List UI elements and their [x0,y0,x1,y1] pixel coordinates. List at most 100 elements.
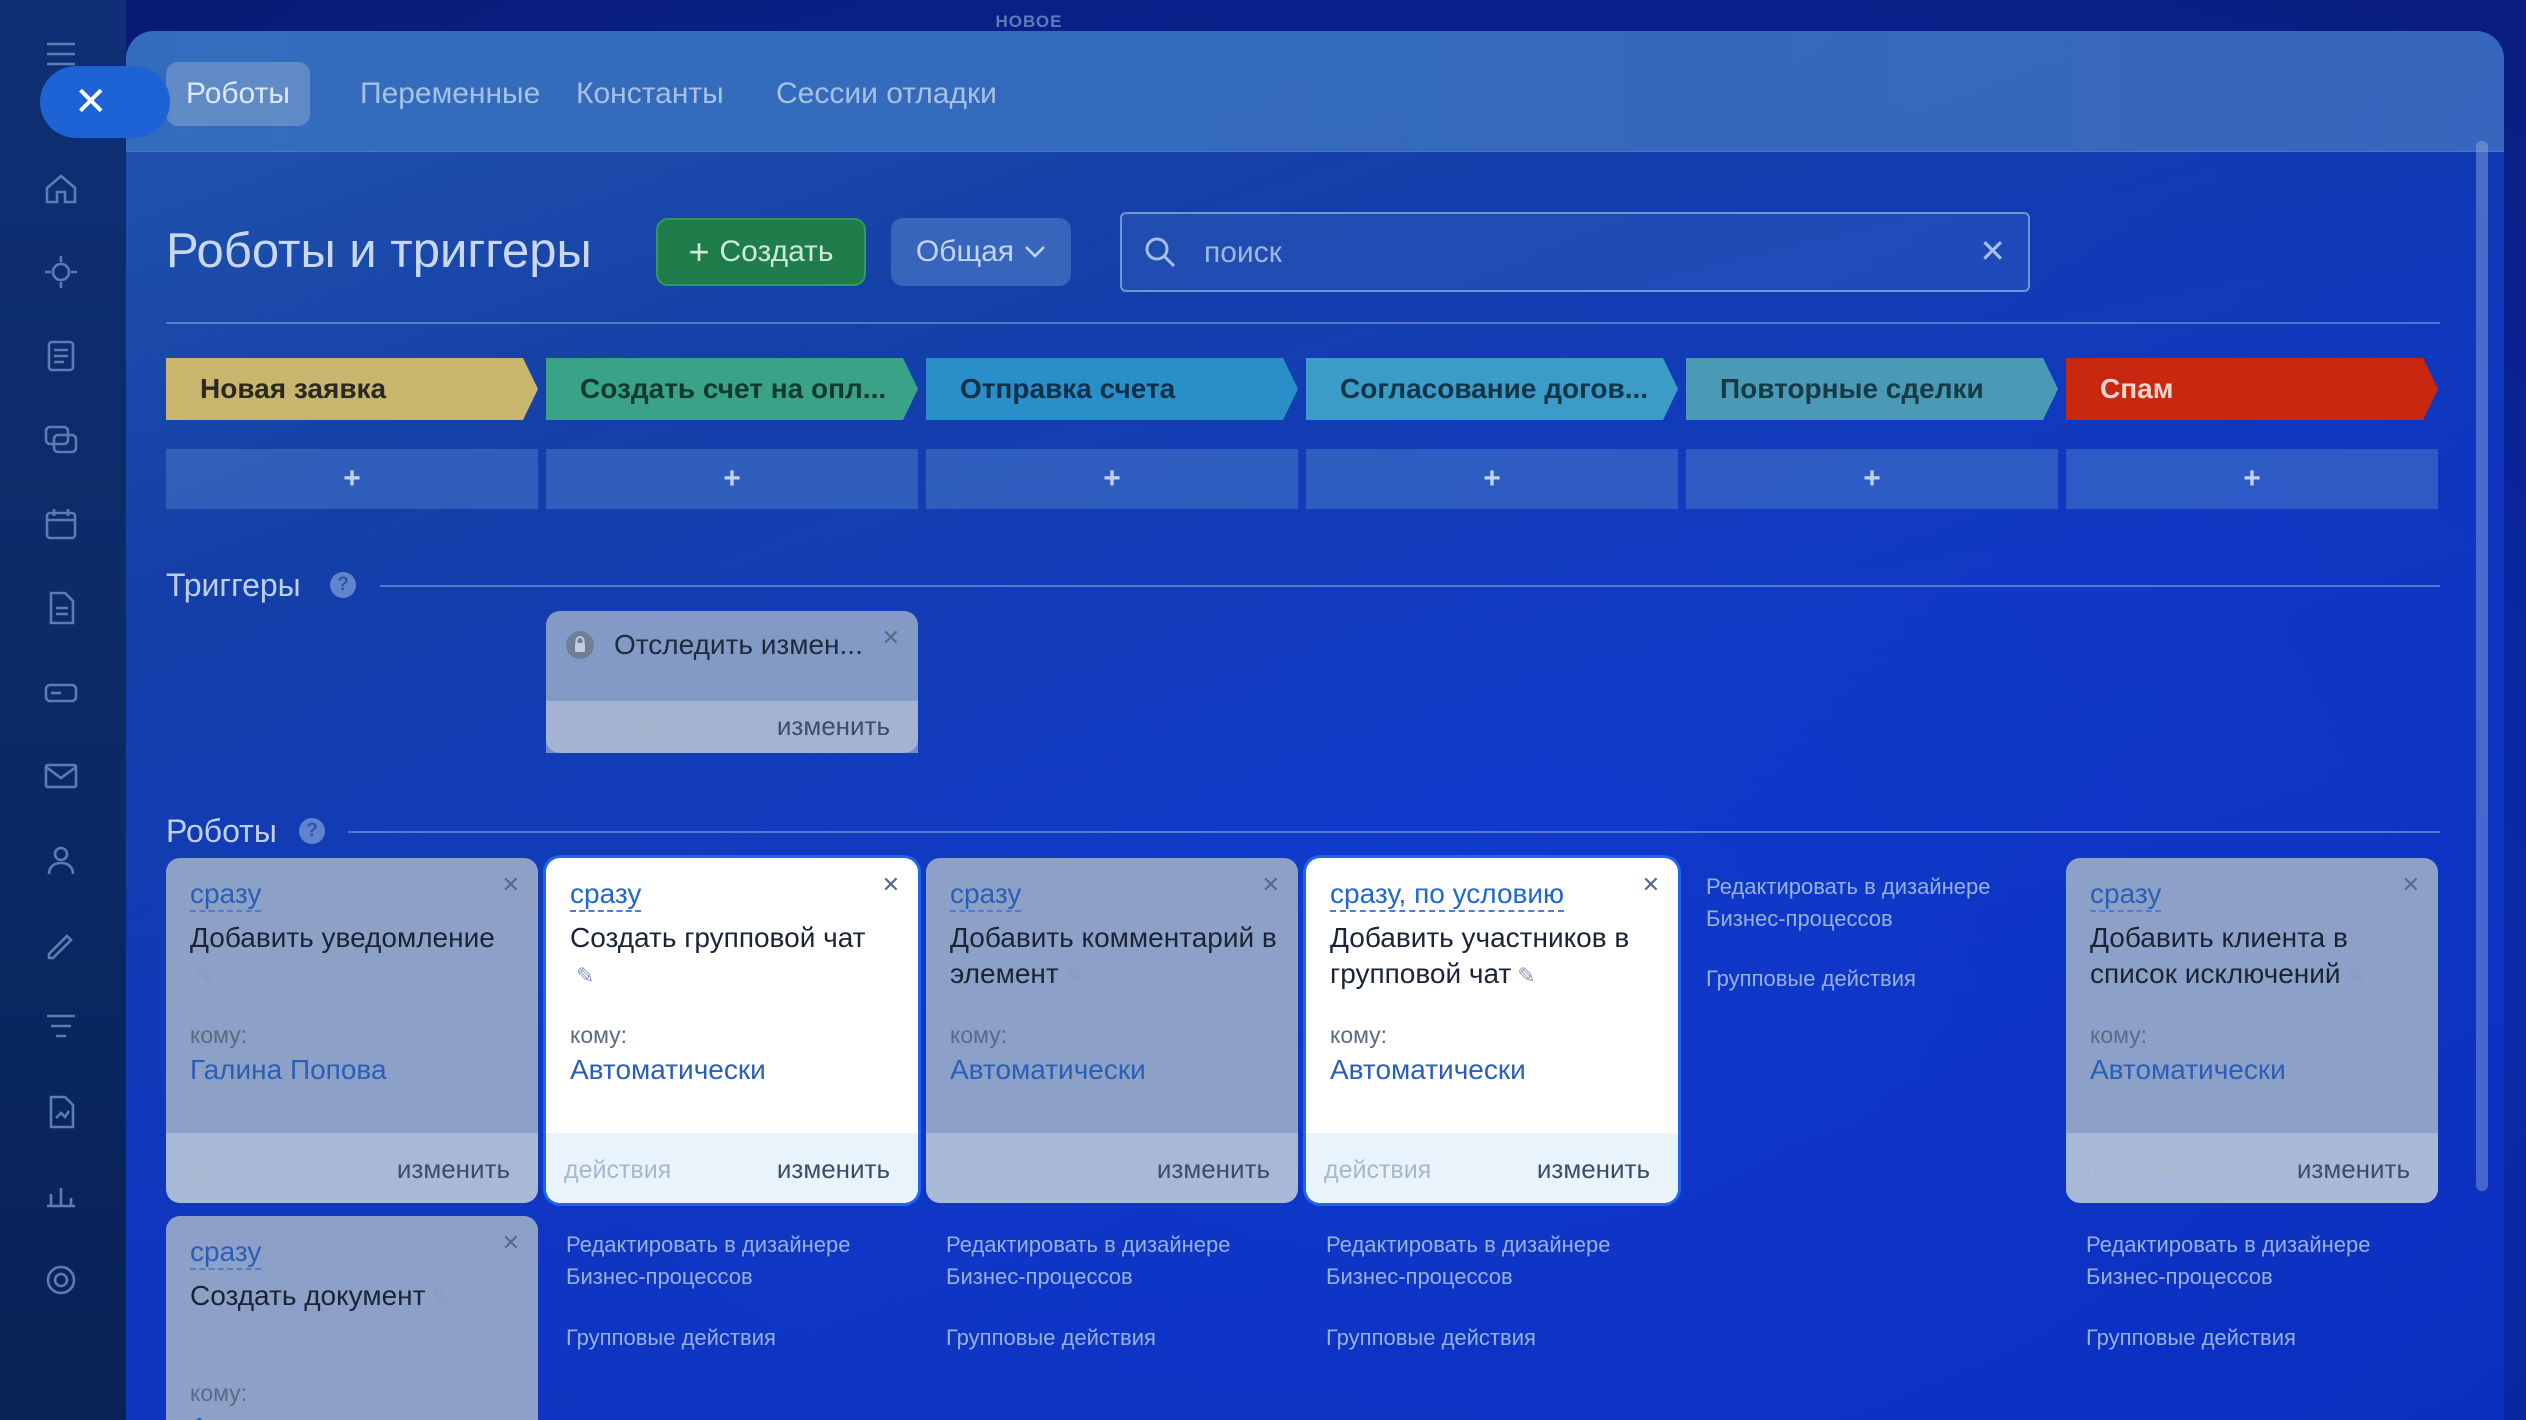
stage-label: Согласование догов... [1340,373,1649,404]
robot-edit-link[interactable]: изменить [1537,1154,1650,1185]
robot-card[interactable]: сразу ✕ Добавить комментарий в элемент ✎ … [926,858,1298,1203]
mail-icon[interactable] [39,754,83,798]
robot-card[interactable]: сразу ✕ Добавить уведомление ✎ кому: Гали… [166,858,538,1203]
robot-card[interactable]: сразу ✕ Создать документ✎ кому: Автомати… [166,1216,538,1420]
robot-timing-link[interactable]: сразу [2090,878,2162,912]
create-button[interactable]: + Создать [656,218,866,286]
stage-label: Создать счет на опл... [580,373,887,404]
marketplace-icon[interactable] [39,1174,83,1218]
robot-actions-link[interactable]: действия [564,1156,671,1185]
signature-icon[interactable] [39,922,83,966]
add-robot-stage-1[interactable]: + [166,449,538,509]
robot-card[interactable]: сразу ✕ Создать групповой чат ✎ кому: Авт… [546,858,918,1203]
robot-delete-icon[interactable]: ✕ [882,872,900,898]
trigger-copy-link[interactable]: копировать [564,711,695,740]
robot-edit-link[interactable]: изменить [1157,1154,1270,1185]
robot-delete-icon[interactable]: ✕ [502,1230,520,1256]
contacts-icon[interactable] [39,838,83,882]
stage-new-request[interactable]: Новая заявка [166,358,538,420]
robot-title-text: Добавить комментарий в элемент [950,922,1277,989]
group-actions-link[interactable]: Групповые действия [946,1322,1156,1354]
robots-panel: Роботы Переменные Константы Сессии отлад… [126,31,2504,1420]
automation-icon[interactable] [39,250,83,294]
robot-actions-link[interactable]: действия [2084,1156,2191,1185]
robot-title: Добавить комментарий в элемент ✎ [950,920,1280,994]
robot-recipient[interactable]: Автоматически [1330,1054,1526,1086]
stage-create-invoice[interactable]: Создать счет на опл... [546,358,918,420]
tab-variables[interactable]: Переменные [340,62,560,126]
calendar-icon[interactable] [39,502,83,546]
robot-timing-link[interactable]: сразу [190,1236,262,1270]
pencil-icon[interactable]: ✎ [431,1285,449,1310]
trigger-edit-link[interactable]: изменить [777,711,890,742]
home-icon[interactable] [39,166,83,210]
document-icon[interactable] [39,586,83,630]
trigger-card[interactable]: Отследить измен... ✕ копировать изменить [546,611,918,753]
group-actions-link[interactable]: Групповые действия [566,1322,776,1354]
robot-edit-link[interactable]: изменить [2297,1154,2410,1185]
robot-recipient[interactable]: Галина Попова [190,1054,387,1086]
robot-card-footer: действия изменить [1306,1133,1678,1203]
add-robot-stage-3[interactable]: + [926,449,1298,509]
search-input[interactable] [1202,230,1966,276]
search-box: ✕ [1120,212,2030,292]
add-robot-stage-2[interactable]: + [546,449,918,509]
robot-edit-link[interactable]: изменить [777,1154,890,1185]
scrollbar[interactable] [2476,141,2488,1191]
robot-recipient[interactable]: Автоматически [190,1412,386,1420]
robot-delete-icon[interactable]: ✕ [2402,872,2420,898]
tab-constants[interactable]: Константы [556,62,744,126]
trigger-delete-icon[interactable]: ✕ [882,625,900,651]
add-robot-stage-6[interactable]: + [2066,449,2438,509]
robot-recipient[interactable]: Автоматически [950,1054,1146,1086]
designer-link[interactable]: Редактировать в дизайнере Бизнес-процесс… [2086,1229,2426,1293]
stage-repeat-deals[interactable]: Повторные сделки [1686,358,2058,420]
pencil-icon[interactable]: ✎ [2347,963,2365,988]
tab-robots[interactable]: Роботы [166,62,310,126]
chat-icon[interactable] [39,418,83,462]
pencil-icon[interactable]: ✎ [1065,963,1083,988]
reports-icon[interactable] [39,1090,83,1134]
robot-delete-icon[interactable]: ✕ [1262,872,1280,898]
stage-contract-approval[interactable]: Согласование догов... [1306,358,1678,420]
robot-timing-link[interactable]: сразу [950,878,1022,912]
clear-search-icon[interactable]: ✕ [1979,232,2006,270]
designer-link[interactable]: Редактировать в дизайнере Бизнес-процесс… [566,1229,906,1293]
robot-actions-link[interactable]: действия [1324,1156,1431,1185]
robot-timing-link[interactable]: сразу [190,878,262,912]
robot-card[interactable]: сразу ✕ Добавить клиента в список исключ… [2066,858,2438,1203]
general-dropdown[interactable]: Общая [891,218,1071,286]
pencil-icon[interactable]: ✎ [196,963,214,988]
triggers-help-icon[interactable]: ? [330,572,356,598]
crm-funnel-icon[interactable] [39,1006,83,1050]
robot-actions-link[interactable]: действия [184,1156,291,1185]
robot-card[interactable]: сразу, по условию ✕ Добавить участников … [1306,858,1678,1203]
designer-link[interactable]: Редактировать в дизайнере Бизнес-процесс… [1326,1229,1666,1293]
robot-delete-icon[interactable]: ✕ [1642,872,1660,898]
tab-debug-sessions[interactable]: Сессии отладки [756,62,1017,126]
robot-recipient[interactable]: Автоматически [570,1054,766,1086]
robot-timing-link[interactable]: сразу, по условию [1330,878,1565,912]
group-actions-link[interactable]: Групповые действия [1706,963,1916,995]
robot-delete-icon[interactable]: ✕ [502,872,520,898]
group-actions-link[interactable]: Групповые действия [2086,1322,2296,1354]
designer-link[interactable]: Редактировать в дизайнере Бизнес-процесс… [1706,871,2046,935]
add-robot-stage-4[interactable]: + [1306,449,1678,509]
close-button[interactable]: ✕ [40,66,170,138]
add-robot-stage-5[interactable]: + [1686,449,2058,509]
robot-recipient[interactable]: Автоматически [2090,1054,2286,1086]
designer-link[interactable]: Редактировать в дизайнере Бизнес-процесс… [946,1229,1286,1293]
robots-help-icon[interactable]: ? [299,818,325,844]
pencil-icon[interactable]: ✎ [576,963,594,988]
pencil-icon[interactable]: ✎ [1517,963,1535,988]
group-actions-link[interactable]: Групповые действия [1326,1322,1536,1354]
robot-to-label: кому: [1330,1022,1388,1048]
robot-edit-link[interactable]: изменить [397,1154,510,1185]
robot-actions-link[interactable]: действия [944,1156,1051,1185]
drive-icon[interactable] [39,670,83,714]
tasks-icon[interactable] [39,334,83,378]
robot-timing-link[interactable]: сразу [570,878,642,912]
stage-send-invoice[interactable]: Отправка счета [926,358,1298,420]
settings-icon[interactable] [39,1258,83,1302]
stage-spam[interactable]: Спам [2066,358,2438,420]
